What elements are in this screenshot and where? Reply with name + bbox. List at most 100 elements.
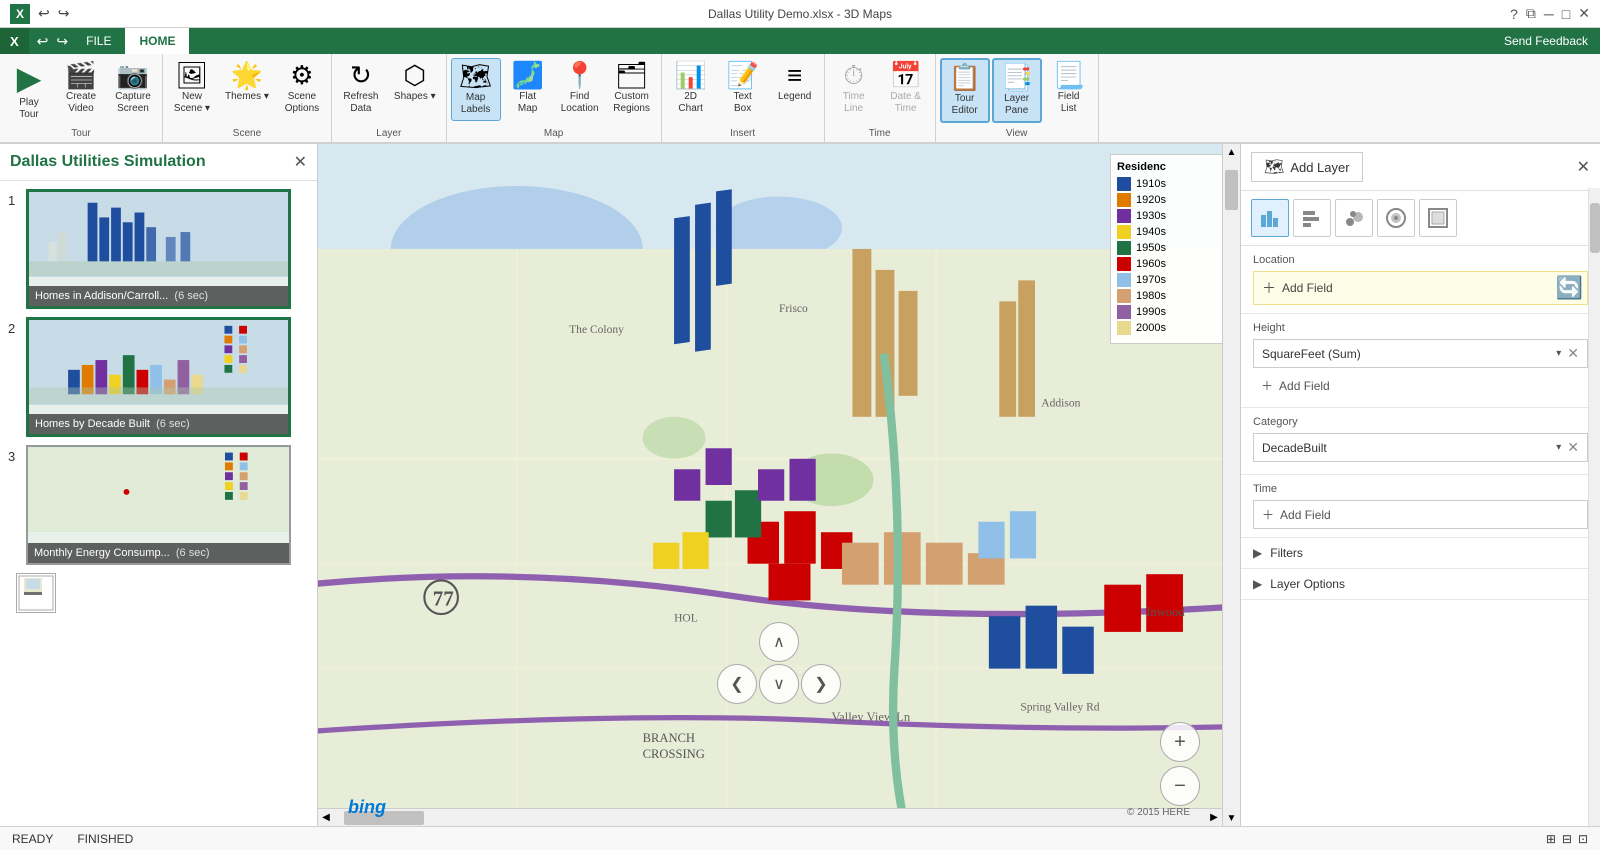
scene-thumb-1[interactable]: Homes in Addison/Carroll... (6 sec): [26, 189, 291, 309]
filters-section[interactable]: ▶ Filters: [1241, 538, 1600, 569]
restore-btn[interactable]: ⧉: [1526, 5, 1536, 22]
status-icon-3[interactable]: ⊡: [1578, 832, 1588, 846]
svg-text:CROSSING: CROSSING: [643, 747, 705, 761]
nav-down-btn[interactable]: ∨: [759, 664, 799, 704]
layer-type-region-btn[interactable]: [1419, 199, 1457, 237]
category-remove-btn[interactable]: ✕: [1567, 439, 1579, 456]
filters-expand-arrow: ▶: [1253, 546, 1262, 560]
maximize-btn[interactable]: □: [1562, 6, 1570, 22]
scene-thumb-2[interactable]: Homes by Decade Built (6 sec): [26, 317, 291, 437]
field-list-btn[interactable]: 📃 FieldList: [1044, 58, 1094, 119]
help-btn[interactable]: ?: [1510, 6, 1518, 22]
date-time-btn[interactable]: 📅 Date &Time: [881, 58, 931, 119]
legend-btn[interactable]: ≡ Legend: [770, 58, 820, 107]
legend-label-1930s: 1930s: [1136, 210, 1166, 222]
scroll-left-btn[interactable]: ◀: [318, 809, 334, 826]
scene-item-2[interactable]: 2: [8, 317, 309, 437]
legend-label-1950s: 1950s: [1136, 242, 1166, 254]
close-btn[interactable]: ✕: [1578, 5, 1590, 22]
scroll-right-btn[interactable]: ▶: [1206, 809, 1222, 826]
undo-ribbon[interactable]: ↩: [33, 33, 53, 50]
find-location-btn[interactable]: 📍 FindLocation: [555, 58, 605, 119]
zoom-out-btn[interactable]: −: [1160, 766, 1200, 806]
map-area[interactable]: The Colony Frisco Addison Inwood BRANCH …: [318, 144, 1240, 826]
refresh-data-btn[interactable]: ↻ RefreshData: [336, 58, 386, 119]
right-panel-close-btn[interactable]: ✕: [1577, 157, 1590, 177]
refresh-icon[interactable]: 🔄: [1556, 275, 1583, 301]
right-panel-scroll-thumb[interactable]: [1590, 203, 1600, 253]
layer-type-bar-btn[interactable]: [1293, 199, 1331, 237]
layer-pane-btn[interactable]: 📑 LayerPane: [992, 58, 1042, 123]
themes-btn[interactable]: 🌟 Themes ▾: [219, 58, 275, 107]
scene-item-1[interactable]: 1: [8, 189, 309, 309]
add-scene-btn[interactable]: [16, 573, 56, 613]
minimize-btn[interactable]: ─: [1544, 6, 1554, 22]
category-value-text: DecadeBuilt: [1262, 441, 1550, 455]
layer-type-bubble-btn[interactable]: [1335, 199, 1373, 237]
tour-editor-btn[interactable]: 📋 TourEditor: [940, 58, 990, 123]
zoom-in-btn[interactable]: +: [1160, 722, 1200, 762]
location-add-field[interactable]: ＋ Add Field 🔄: [1253, 271, 1588, 305]
panel-close-btn[interactable]: ✕: [294, 152, 307, 172]
left-panel: Dallas Utilities Simulation ✕ 1: [0, 144, 318, 826]
time-add-field-btn[interactable]: ＋ Add Field: [1253, 500, 1588, 529]
height-label: Height: [1253, 322, 1588, 334]
scroll-thumb[interactable]: [1225, 170, 1238, 210]
view-group-label: View: [940, 125, 1094, 142]
map-labels-btn[interactable]: 🗺 MapLabels: [451, 58, 501, 121]
height-remove-btn[interactable]: ✕: [1567, 345, 1579, 362]
flat-map-btn[interactable]: 🗾 FlatMap: [503, 58, 553, 119]
scroll-up-btn[interactable]: ▲: [1223, 144, 1240, 160]
legend-item-1950s: 1950s: [1117, 241, 1223, 255]
time-line-btn[interactable]: ⏱ TimeLine: [829, 58, 879, 119]
height-dropdown-btn[interactable]: ▾: [1556, 348, 1561, 359]
new-scene-btn[interactable]: 🖼 NewScene ▾: [167, 58, 217, 119]
layer-options-label: Layer Options: [1270, 577, 1345, 591]
2d-chart-btn[interactable]: 📊 2DChart: [666, 58, 716, 119]
home-tab[interactable]: HOME: [125, 28, 189, 54]
undo-btn[interactable]: ↩: [38, 5, 50, 22]
status-icon-2[interactable]: ⊟: [1562, 832, 1572, 846]
ribbon-group-view: 📋 TourEditor 📑 LayerPane 📃 FieldList Vie…: [936, 54, 1099, 142]
map-hscroll-bar[interactable]: ◀ ▶: [318, 808, 1222, 826]
layer-options-section[interactable]: ▶ Layer Options: [1241, 569, 1600, 600]
tour-group-label: Tour: [4, 125, 158, 142]
scene-list: 1: [0, 181, 317, 826]
shapes-btn[interactable]: ⬡ Shapes ▾: [388, 58, 442, 107]
scene-item-3[interactable]: 3: [8, 445, 309, 565]
copyright-text: © 2015 HERE: [1127, 807, 1190, 818]
legend-label-1990s: 1990s: [1136, 306, 1166, 318]
status-icon-1[interactable]: ⊞: [1546, 832, 1556, 846]
map-scroll-bar[interactable]: ▲ ▼: [1222, 144, 1240, 826]
nav-right-btn[interactable]: ❯: [801, 664, 841, 704]
right-panel-scrollbar[interactable]: [1588, 188, 1600, 826]
location-plus-icon: ＋: [1262, 278, 1276, 298]
play-tour-btn[interactable]: ▶ PlayTour: [4, 58, 54, 125]
legend-item-1980s: 1980s: [1117, 289, 1223, 303]
capture-screen-btn[interactable]: 📷 CaptureScreen: [108, 58, 158, 119]
send-feedback-btn[interactable]: Send Feedback: [1504, 34, 1600, 48]
legend-panel: Residenc 1910s1920s1930s1940s1950s1960s1…: [1110, 154, 1230, 344]
bing-logo: bing: [348, 797, 386, 818]
add-layer-btn[interactable]: 🗺 Add Layer: [1251, 152, 1363, 182]
layer-type-heat-btn[interactable]: [1377, 199, 1415, 237]
scene-thumb-img-1: [29, 192, 288, 277]
redo-ribbon[interactable]: ↪: [52, 33, 72, 50]
file-tab[interactable]: FILE: [72, 28, 125, 54]
custom-regions-btn[interactable]: 🗂 CustomRegions: [607, 58, 657, 119]
text-box-btn[interactable]: 📝 TextBox: [718, 58, 768, 119]
category-dropdown-btn[interactable]: ▾: [1556, 442, 1561, 453]
layer-type-column-btn[interactable]: [1251, 199, 1289, 237]
redo-btn[interactable]: ↪: [58, 5, 70, 22]
create-video-btn[interactable]: 🎬 CreateVideo: [56, 58, 106, 119]
status-ready: READY: [12, 832, 53, 846]
height-add-text: Add Field: [1279, 379, 1330, 393]
nav-up-btn[interactable]: ∧: [759, 622, 799, 662]
scroll-down-btn[interactable]: ▼: [1223, 810, 1240, 826]
height-add-field-btn[interactable]: ＋ Add Field: [1253, 372, 1588, 399]
scene-options-btn[interactable]: ⚙ SceneOptions: [277, 58, 327, 119]
scene-thumb-3[interactable]: Monthly Energy Consump... (6 sec): [26, 445, 291, 565]
legend-label-1960s: 1960s: [1136, 258, 1166, 270]
panel-title: Dallas Utilities Simulation: [10, 153, 206, 171]
nav-left-btn[interactable]: ❮: [717, 664, 757, 704]
